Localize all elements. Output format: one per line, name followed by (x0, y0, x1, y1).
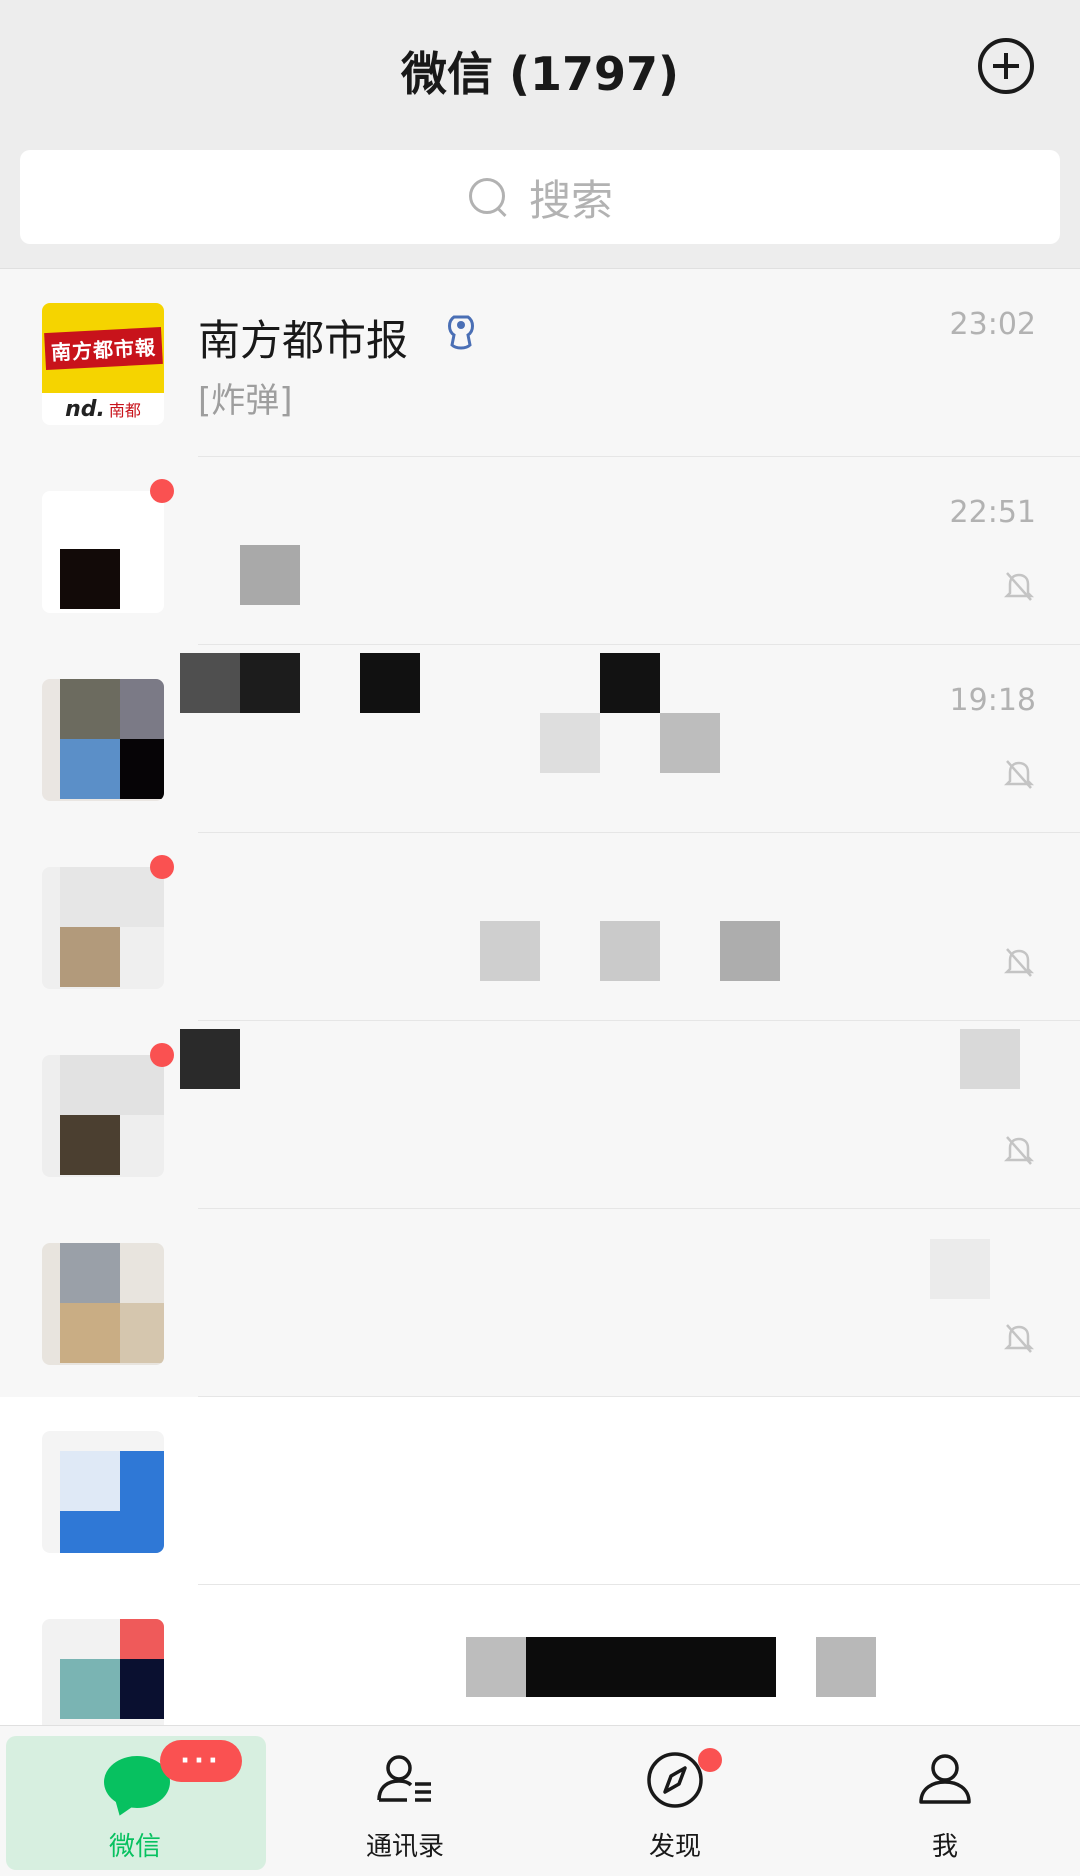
chat-row[interactable] (0, 833, 1080, 1021)
official-account-icon (448, 315, 474, 350)
search-icon (467, 176, 509, 218)
chat-row[interactable]: 19:18 (0, 645, 1080, 833)
redacted-block (180, 653, 240, 713)
avatar-logo-mark: nd. (65, 396, 105, 422)
avatar: 南方都市報 nd. 南都 (42, 303, 164, 425)
chat-list: 南方都市報 nd. 南都 南方都市报 [炸弹] 23:02 22:51 19:1… (0, 269, 1080, 1773)
avatar (42, 679, 164, 801)
plus-circle-icon[interactable] (978, 38, 1034, 94)
search-placeholder: 搜索 (528, 175, 613, 225)
redacted-block (930, 1239, 990, 1299)
avatar-logo-brand: 南都 (108, 401, 141, 420)
avatar (42, 1243, 164, 1365)
chat-row[interactable] (0, 1209, 1080, 1397)
chat-time: 23:02 (949, 307, 1036, 342)
tab-label: 通讯录 (365, 1832, 444, 1862)
tab-contacts[interactable]: 通讯录 (270, 1726, 540, 1876)
chat-time: 22:51 (949, 495, 1036, 530)
redacted-block (240, 545, 300, 605)
redacted-block (816, 1637, 876, 1697)
chat-preview: [炸弹] (198, 381, 293, 421)
person-icon (919, 1754, 971, 1804)
unread-dot (150, 479, 174, 503)
unread-dot (150, 1043, 174, 1067)
chat-name: 南方都市报 (198, 316, 409, 365)
chat-row-nanfang[interactable]: 南方都市報 nd. 南都 南方都市报 [炸弹] 23:02 (0, 269, 1080, 457)
redacted-block (960, 1029, 1020, 1089)
avatar (42, 1055, 164, 1177)
mute-bell-icon (1004, 1136, 1034, 1165)
top-bar: 微信 (1797) (0, 0, 1080, 140)
avatar (42, 1619, 164, 1741)
tab-label: 微信 (108, 1832, 161, 1862)
tab-label: 我 (931, 1832, 958, 1862)
search-bar[interactable]: 搜索 (20, 150, 1060, 244)
page-title: 微信 (1797) (400, 47, 680, 101)
mute-bell-icon (1004, 948, 1034, 977)
mute-bell-icon (1004, 760, 1034, 789)
notification-dot (698, 1748, 722, 1772)
redacted-block (240, 653, 300, 713)
chat-row[interactable]: 22:51 (0, 457, 1080, 645)
more-badge: ··· (160, 1740, 242, 1782)
chat-row[interactable] (0, 1021, 1080, 1209)
mute-bell-icon (1004, 572, 1034, 601)
bottom-tab-bar: 微信 ··· 通讯录 发现 我 (0, 1725, 1080, 1876)
mute-bell-icon (1004, 1324, 1034, 1353)
redacted-block (600, 653, 660, 713)
avatar (42, 1431, 164, 1553)
redacted-block (480, 921, 540, 981)
redacted-block (466, 1637, 526, 1697)
redacted-block (660, 713, 720, 773)
redacted-block (180, 1029, 240, 1089)
unread-dot (150, 855, 174, 879)
avatar (42, 491, 164, 613)
avatar (42, 867, 164, 989)
redacted-block (540, 713, 600, 773)
contacts-icon (377, 1755, 431, 1802)
tab-discover[interactable]: 发现 (540, 1726, 810, 1876)
chat-time: 19:18 (949, 683, 1036, 718)
tab-me[interactable]: 我 (810, 1726, 1080, 1876)
redacted-block (600, 921, 660, 981)
avatar-logo-text: 南方都市報 (43, 326, 163, 370)
redacted-block (526, 1637, 776, 1697)
chat-row[interactable] (0, 1397, 1080, 1585)
tab-label: 发现 (648, 1832, 701, 1862)
redacted-block (720, 921, 780, 981)
redacted-block (360, 653, 420, 713)
